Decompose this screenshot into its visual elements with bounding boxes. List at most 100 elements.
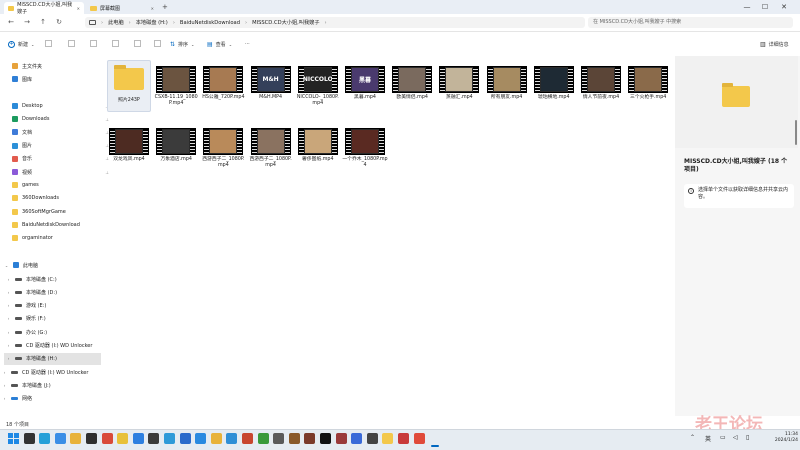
taskbar-app-icon[interactable] xyxy=(288,433,300,444)
new-button[interactable]: + 新建 ⌄ xyxy=(8,40,34,48)
taskbar-app-icon[interactable] xyxy=(54,433,66,444)
chevron-right-icon[interactable]: › xyxy=(6,290,11,295)
taskbar-app-icon[interactable] xyxy=(366,433,378,444)
taskbar-app-icon[interactable] xyxy=(226,433,238,444)
video-file-item[interactable]: NICCOLO NICCOLO-_1080P.mp4 xyxy=(295,66,341,107)
close-tab-icon[interactable]: ✕ xyxy=(151,6,154,11)
sidebar-item-pinned[interactable]: 360Downloads xyxy=(12,192,112,204)
close-button[interactable]: ✕ xyxy=(777,2,791,12)
rename-icon[interactable] xyxy=(112,40,119,47)
details-button[interactable]: ▥ 详细信息 xyxy=(760,41,789,48)
taskbar-app-icon[interactable] xyxy=(117,433,129,444)
sidebar-item-drive[interactable]: › 本地磁盘 (D:) xyxy=(4,286,101,298)
back-arrow-icon[interactable]: ← xyxy=(6,17,16,27)
breadcrumb-item[interactable]: MISSCD.CD大小姐,叫我嫂子 xyxy=(252,19,319,26)
taskbar-app-icon[interactable] xyxy=(398,433,409,444)
sidebar-item-pinned[interactable]: BaiduNetdiskDownload xyxy=(12,219,112,231)
sidebar-item-pinned[interactable]: 文档 ⊥ xyxy=(12,126,112,138)
video-file-item[interactable]: HS公雅_720P.mp4 xyxy=(200,66,246,101)
taskbar-clock[interactable]: 11:34 2024/1/24 xyxy=(760,432,798,444)
chevron-right-icon[interactable]: › xyxy=(2,370,7,375)
refresh-icon[interactable]: ↻ xyxy=(54,17,64,27)
sidebar-item-gallery[interactable]: 图库 xyxy=(12,73,112,85)
battery-icon[interactable]: ▯ xyxy=(746,434,749,441)
video-file-item[interactable]: 蒸融汇.mp4 xyxy=(436,66,482,101)
video-file-item[interactable]: 情人节前夜.mp4 xyxy=(578,66,624,101)
video-file-item[interactable]: 西游西子二_1080P.mp4 xyxy=(248,128,294,169)
chevron-right-icon[interactable]: › xyxy=(6,277,11,282)
language-indicator[interactable]: 英 xyxy=(705,434,711,443)
taskbar-app-icon[interactable] xyxy=(257,433,269,444)
sidebar-item-drive[interactable]: › 办公 (G:) xyxy=(4,326,101,338)
chevron-right-icon[interactable]: › xyxy=(6,330,11,335)
sidebar-item-pinned[interactable]: Desktop⊥ xyxy=(12,100,112,112)
video-file-item[interactable]: 一个乔木_1080P.mp4 xyxy=(342,128,388,169)
share-icon[interactable] xyxy=(134,40,141,47)
paste-icon[interactable] xyxy=(90,40,97,47)
taskbar-app-icon[interactable] xyxy=(335,433,347,444)
taskbar-app-icon[interactable] xyxy=(320,433,331,444)
video-file-item[interactable]: 欧美情侣.mp4 xyxy=(389,66,435,101)
search-input[interactable]: 在 MISSCD.CD大小姐,叫我嫂子 中搜索 xyxy=(588,17,793,28)
video-file-item[interactable]: CSXB-11.19_1080P.mp4 xyxy=(153,66,199,107)
chevron-right-icon[interactable]: › xyxy=(2,383,7,388)
taskbar-app-icon[interactable] xyxy=(304,433,316,444)
sidebar-item-drive[interactable]: › CD 驱动器 (I:) WD Unlocker xyxy=(4,340,101,352)
video-file-item[interactable]: 双龙戏凤.mp4 xyxy=(106,128,152,163)
breadcrumb-item[interactable]: 本地磁盘 (H:) xyxy=(136,19,168,26)
sidebar-item-pinned[interactable]: games xyxy=(12,179,112,191)
chevron-right-icon[interactable]: › xyxy=(2,396,7,401)
chevron-right-icon[interactable]: › xyxy=(6,356,11,361)
copy-icon[interactable] xyxy=(68,40,75,47)
chevron-right-icon[interactable]: › xyxy=(6,303,11,308)
sidebar-item-drive[interactable]: › 本地磁盘 (C:) xyxy=(4,273,101,285)
start-icon[interactable] xyxy=(8,433,19,444)
sidebar-item-pinned[interactable]: 视频 ⊥ xyxy=(12,166,112,178)
maximize-button[interactable]: ☐ xyxy=(758,2,772,12)
tray-chevron-icon[interactable]: ⌃ xyxy=(690,434,695,441)
close-tab-icon[interactable]: ✕ xyxy=(77,6,80,11)
taskbar-app-icon[interactable] xyxy=(351,433,363,444)
taskbar-app-icon[interactable] xyxy=(86,433,97,444)
sidebar-item-drive[interactable]: › 游戏 (E:) xyxy=(4,300,101,312)
taskbar-app-icon[interactable] xyxy=(195,433,207,444)
sidebar-item-pinned[interactable]: 360SoftMgrGame xyxy=(12,206,112,218)
video-file-item[interactable]: 琥珀横地.mp4 xyxy=(531,66,577,101)
video-file-item[interactable]: 三个火枪手.mp4 xyxy=(625,66,671,101)
sort-button[interactable]: ⇅ 排序 ⌄ xyxy=(170,41,194,48)
taskbar-app-icon[interactable] xyxy=(273,433,285,444)
taskbar-app-icon[interactable] xyxy=(132,433,144,444)
video-file-item[interactable]: 西游西子二_1080P.mp4 xyxy=(200,128,246,169)
sidebar-item-root[interactable]: › CD 驱动器 (I:) WD Unlocker xyxy=(0,366,100,378)
video-file-item[interactable]: 万象酒店.mp4 xyxy=(153,128,199,163)
sidebar-item-this-pc[interactable]: ⌄ 此电脑 xyxy=(4,259,104,271)
folder-item[interactable]: 照片243P xyxy=(106,65,152,104)
minimize-button[interactable]: — xyxy=(740,2,754,12)
cut-icon[interactable] xyxy=(45,40,52,47)
address-bar[interactable]: › 此电脑 › 本地磁盘 (H:) › BaiduNetdiskDownload… xyxy=(85,17,585,28)
up-arrow-icon[interactable]: ↑ xyxy=(38,17,48,27)
sidebar-item-drive[interactable]: › 本地磁盘 (H:) xyxy=(4,352,101,365)
volume-icon[interactable]: ◁ xyxy=(733,434,738,441)
sidebar-item-root[interactable]: › 本地磁盘 (J:) xyxy=(0,379,100,391)
video-file-item[interactable]: 黑暮 黑暮.mp4 xyxy=(342,66,388,101)
taskbar-app-icon[interactable] xyxy=(179,433,191,444)
sidebar-item-root[interactable]: › 网络 xyxy=(0,392,100,404)
delete-icon[interactable] xyxy=(154,40,161,47)
more-button[interactable]: ··· xyxy=(245,41,250,47)
new-tab-button[interactable]: + xyxy=(162,3,168,11)
chevron-right-icon[interactable]: › xyxy=(6,316,11,321)
taskbar-app-icon[interactable] xyxy=(148,433,160,444)
taskbar-app-icon[interactable] xyxy=(101,433,113,444)
taskbar-app-icon[interactable] xyxy=(164,433,175,444)
sidebar-item-pinned[interactable]: 音乐 ⊥ xyxy=(12,153,112,165)
sidebar-item-pinned[interactable]: Downloads ⊥ xyxy=(12,113,112,125)
video-file-item[interactable]: M&H M&H.MP4 xyxy=(248,66,294,101)
sidebar-item-pinned[interactable]: 图片 ⊥ xyxy=(12,140,112,152)
sidebar-item-pinned[interactable]: orgaminator xyxy=(12,232,112,244)
chevron-right-icon[interactable]: › xyxy=(6,343,11,348)
breadcrumb-item[interactable]: BaiduNetdiskDownload xyxy=(180,20,240,26)
tab-screenshot[interactable]: 屏幕截图 ✕ xyxy=(86,2,158,14)
taskbar-app-icon[interactable] xyxy=(382,433,394,444)
video-file-item[interactable]: 所有朋友.mp4 xyxy=(484,66,530,101)
